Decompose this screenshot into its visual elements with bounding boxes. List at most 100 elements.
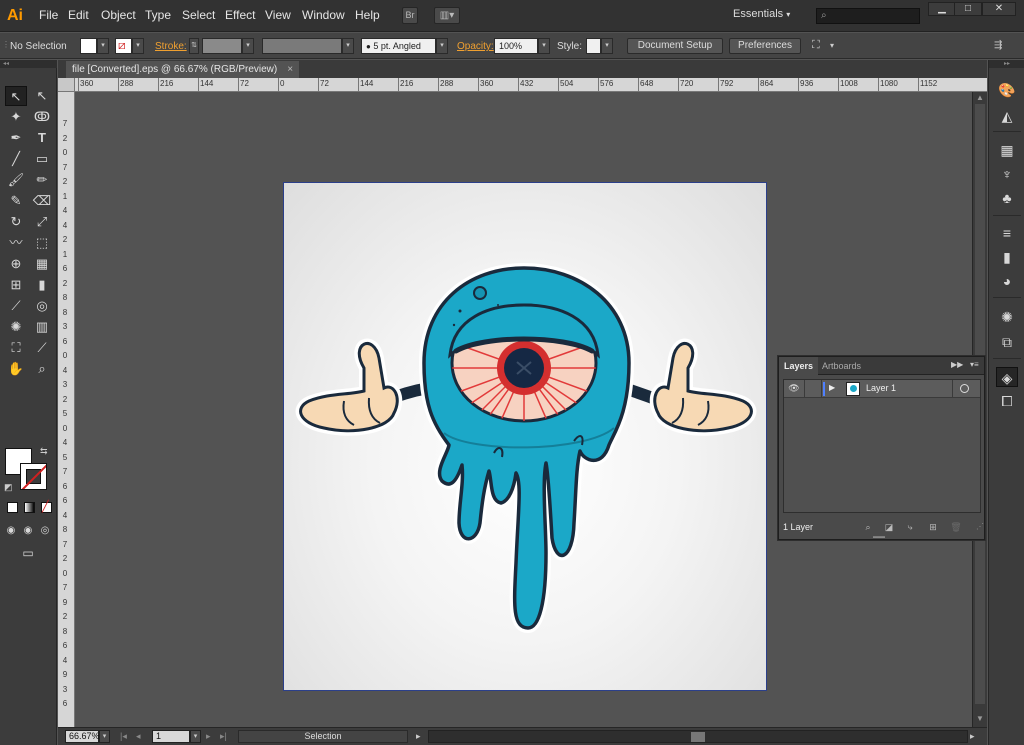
eraser-tool-icon[interactable]: ⌫: [31, 191, 53, 211]
paintbrush-tool-icon[interactable]: 🖌: [5, 170, 27, 190]
bridge-button[interactable]: Br: [402, 7, 418, 24]
close-window-button[interactable]: ✕: [982, 2, 1016, 16]
mesh-tool-icon[interactable]: ⊞: [5, 275, 27, 295]
last-artboard-icon[interactable]: ▸|: [220, 731, 227, 742]
lasso-tool-icon[interactable]: ↂ: [31, 107, 53, 127]
scroll-down-icon[interactable]: ▼: [976, 714, 984, 723]
close-icon[interactable]: ×: [287, 64, 293, 75]
blend-tool-icon[interactable]: ◎: [31, 296, 53, 316]
pencil-tool-icon[interactable]: ✏: [31, 170, 53, 190]
dock-grip[interactable]: ▸▸: [989, 60, 1024, 68]
warp-tool-icon[interactable]: 〰: [5, 233, 27, 253]
layer-target[interactable]: [952, 380, 980, 398]
stroke-color-swatch[interactable]: ⧄: [115, 38, 132, 54]
line-tool-icon[interactable]: ╱: [5, 149, 27, 169]
menu-window[interactable]: Window: [302, 8, 345, 22]
previous-artboard-icon[interactable]: ◂: [136, 731, 141, 742]
first-artboard-icon[interactable]: |◂: [120, 731, 127, 742]
panel-grip[interactable]: ◂◂: [0, 60, 57, 68]
vertical-ruler[interactable]: 7 2 0 7 2 1 4 4 2 1 6 2 8 8 3 6 0 4 3 2 5 0 4 5 7 6 6 4 8 7 2 0 7 9 2 8 6 4 9 3…: [58, 92, 75, 727]
minimize-button[interactable]: ▁: [928, 2, 956, 16]
stroke-color-box[interactable]: [20, 463, 47, 490]
panel-bottom-grip[interactable]: ▬▬: [873, 534, 885, 540]
stroke-panel-icon[interactable]: ≡: [996, 223, 1018, 243]
variable-width-profile[interactable]: [262, 38, 342, 54]
shape-builder-tool-icon[interactable]: ⊕: [5, 254, 27, 274]
brushes-icon[interactable]: ♆: [996, 164, 1018, 184]
help-search-input[interactable]: ⌕: [816, 8, 920, 24]
graphic-style-swatch[interactable]: [586, 38, 601, 54]
gradient-mode-icon[interactable]: [24, 502, 35, 513]
stroke-weight-dropdown[interactable]: ▾: [242, 38, 254, 54]
rotate-tool-icon[interactable]: ↻: [5, 212, 27, 232]
stroke-label[interactable]: Stroke:: [155, 41, 187, 52]
horizontal-scroll-thumb[interactable]: [691, 732, 705, 742]
draw-behind-icon[interactable]: ◉: [20, 521, 36, 541]
ruler-origin[interactable]: [58, 78, 75, 92]
gradient-panel-icon[interactable]: ▮: [996, 247, 1018, 267]
panel-menu-icon[interactable]: ⇶: [994, 40, 1002, 51]
pen-tool-icon[interactable]: ✒: [5, 128, 27, 148]
chevron-down-icon[interactable]: ▾: [830, 41, 834, 50]
menu-file[interactable]: File: [39, 8, 58, 22]
menu-effect[interactable]: Effect: [225, 8, 255, 22]
hand-tool-icon[interactable]: ✋: [5, 359, 27, 379]
expand-layer-icon[interactable]: ▶: [829, 383, 835, 392]
isolate-object-icon[interactable]: ⛶: [812, 39, 820, 52]
layer-row[interactable]: 👁 ▶ Layer 1: [784, 380, 980, 398]
trash-icon[interactable]: 🗑: [949, 520, 963, 534]
arrange-documents-button[interactable]: ▥▾: [434, 7, 460, 24]
brush-definition-field[interactable]: ● 5 pt. Angled: [361, 38, 436, 54]
scroll-up-icon[interactable]: ▲: [976, 93, 984, 102]
layers-icon[interactable]: ◈: [996, 367, 1018, 387]
tab-layers[interactable]: Layers: [779, 357, 819, 375]
resize-grip-icon[interactable]: ⋰: [976, 522, 984, 531]
scale-tool-icon[interactable]: ⤢: [31, 212, 53, 232]
lock-toggle[interactable]: [804, 380, 822, 398]
menu-help[interactable]: Help: [355, 8, 380, 22]
status-menu-icon[interactable]: ▸: [416, 731, 421, 742]
document-tab[interactable]: file [Converted].eps @ 66.67% (RGB/Previ…: [66, 61, 300, 78]
zoom-tool-icon[interactable]: ⌕: [31, 359, 53, 379]
stroke-weight-stepper[interactable]: ⇅: [189, 38, 199, 54]
visibility-eye-icon[interactable]: 👁: [787, 382, 801, 395]
scroll-right-icon[interactable]: ▸: [970, 731, 975, 742]
slice-tool-icon[interactable]: ⟋: [31, 338, 53, 358]
opacity-field[interactable]: 100%: [494, 38, 538, 54]
appearance-icon[interactable]: ✺: [996, 307, 1018, 327]
type-tool-icon[interactable]: T: [31, 128, 53, 148]
artboard-tool-icon[interactable]: ⛶: [5, 338, 27, 358]
fill-color-swatch[interactable]: [80, 38, 97, 54]
default-colors-icon[interactable]: ◩: [4, 482, 13, 493]
transparency-icon[interactable]: ◕: [996, 271, 1018, 291]
color-mode-icon[interactable]: [7, 502, 18, 513]
eyedropper-tool-icon[interactable]: ⟋: [5, 296, 27, 316]
fill-dropdown[interactable]: ▾: [97, 38, 109, 54]
collapse-panel-icon[interactable]: ▶▶: [951, 360, 963, 369]
blob-brush-tool-icon[interactable]: ✎: [5, 191, 27, 211]
menu-type[interactable]: Type: [145, 8, 171, 22]
current-tool-status[interactable]: Selection: [238, 730, 408, 743]
maximize-button[interactable]: □: [954, 2, 982, 16]
menu-view[interactable]: View: [265, 8, 291, 22]
swap-fill-stroke-icon[interactable]: ⇆: [40, 446, 48, 457]
menu-select[interactable]: Select: [182, 8, 215, 22]
draw-normal-icon[interactable]: ◉: [3, 521, 19, 541]
color-guide-icon[interactable]: ◭: [996, 106, 1018, 126]
symbols-icon[interactable]: ♣: [996, 188, 1018, 208]
menu-edit[interactable]: Edit: [68, 8, 89, 22]
locate-object-icon[interactable]: ⌕: [861, 520, 875, 534]
gradient-tool-icon[interactable]: ▮: [31, 275, 53, 295]
opacity-dropdown[interactable]: ▾: [538, 38, 550, 54]
swatches-icon[interactable]: ▦: [996, 140, 1018, 160]
profile-dropdown[interactable]: ▾: [342, 38, 354, 54]
artboards-icon[interactable]: ⧠: [996, 391, 1018, 411]
direct-selection-tool-icon[interactable]: ↖: [31, 86, 53, 106]
new-sublayer-icon[interactable]: ⤷: [903, 520, 917, 534]
rectangle-tool-icon[interactable]: ▭: [31, 149, 53, 169]
none-mode-icon[interactable]: ╱: [41, 501, 52, 513]
graphic-styles-icon[interactable]: ⧉: [996, 332, 1018, 352]
style-dropdown[interactable]: ▾: [601, 38, 613, 54]
zoom-field[interactable]: 66.67%: [65, 730, 100, 743]
magic-wand-tool-icon[interactable]: ✦: [5, 107, 27, 127]
